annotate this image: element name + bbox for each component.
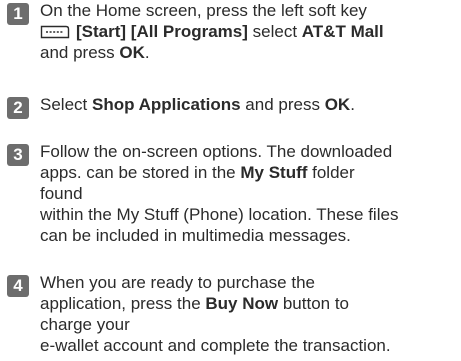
step-text: On the Home screen, press the left soft … — [40, 0, 461, 63]
step-line: e-wallet account and complete the transa… — [40, 336, 391, 355]
step-line: When you are ready to purchase the — [40, 273, 315, 292]
step-number-badge: 4 — [7, 275, 29, 297]
step-text: Select Shop Applications and press OK. — [40, 94, 461, 115]
step-line: Select Shop Applications and press OK. — [40, 95, 355, 114]
step-line: can be included in multimedia messages. — [40, 226, 351, 245]
step-line: application, press the Buy Now button to — [40, 294, 350, 313]
step-line: apps. can be stored in the My Stuff fold… — [40, 163, 355, 182]
step-line: charge your — [40, 315, 130, 334]
step-line: found — [40, 184, 83, 203]
step-number-badge: 2 — [7, 97, 29, 119]
step-line: and press OK. — [40, 43, 150, 62]
step-number-badge: 3 — [7, 144, 29, 166]
step-text: When you are ready to purchase the appli… — [40, 272, 461, 356]
step-line: within the My Stuff (Phone) location. Th… — [40, 205, 399, 224]
step-line: Follow the on-screen options. The downlo… — [40, 142, 393, 161]
soft-key-icon — [40, 23, 70, 39]
step-line: On the Home screen, press the left soft … — [40, 1, 367, 20]
step-line: [Start] [All Programs] select AT&T Mall — [40, 21, 461, 42]
step-text: Follow the on-screen options. The downlo… — [40, 141, 461, 246]
step-number-badge: 1 — [7, 3, 29, 25]
